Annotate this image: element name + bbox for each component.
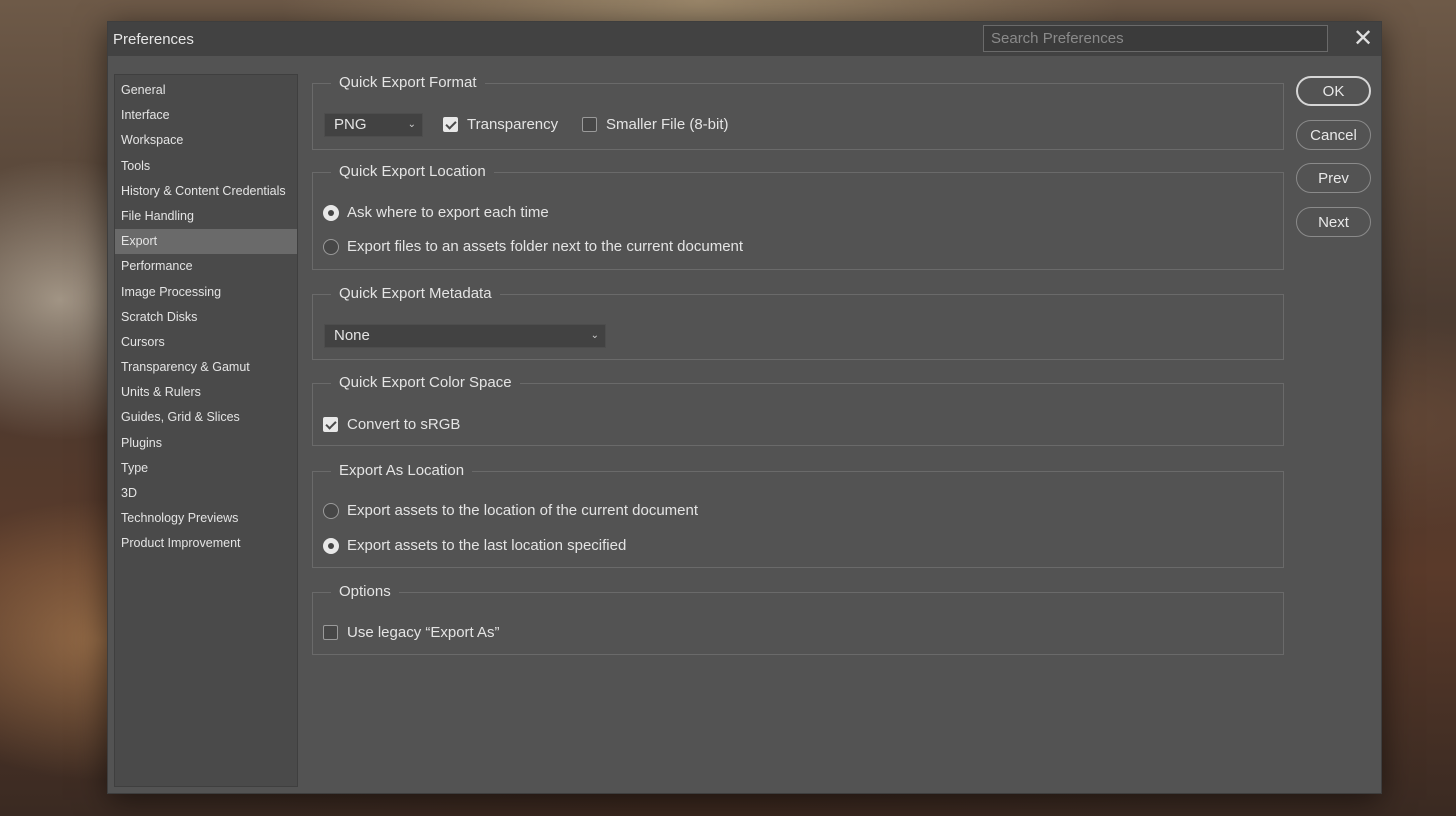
- metadata-select[interactable]: None ⌄: [324, 324, 606, 348]
- sidebar-item-interface[interactable]: Interface: [115, 103, 297, 128]
- ok-button[interactable]: OK: [1296, 76, 1371, 106]
- transparency-checkbox[interactable]: [443, 117, 458, 132]
- sidebar-item-guides-grid-slices[interactable]: Guides, Grid & Slices: [115, 405, 297, 430]
- sidebar-item-workspace[interactable]: Workspace: [115, 128, 297, 153]
- sidebar-item-technology-previews[interactable]: Technology Previews: [115, 506, 297, 531]
- quick-export-format-legend: Quick Export Format: [331, 73, 485, 93]
- close-icon[interactable]: ✕: [1351, 27, 1375, 51]
- format-select-value: PNG: [334, 116, 367, 133]
- sidebar-item-tools[interactable]: Tools: [115, 154, 297, 179]
- assets-folder-option[interactable]: Export files to an assets folder next to…: [323, 238, 743, 255]
- quick-export-metadata-legend: Quick Export Metadata: [331, 284, 500, 304]
- sidebar-item-performance[interactable]: Performance: [115, 254, 297, 279]
- sidebar-item-product-improvement[interactable]: Product Improvement: [115, 531, 297, 556]
- legacy-export-label: Use legacy “Export As”: [347, 624, 500, 641]
- quick-export-format-group: Quick Export Format PNG ⌄ Transparency S…: [312, 73, 1284, 150]
- last-location-option[interactable]: Export assets to the last location speci…: [323, 537, 626, 554]
- transparency-label: Transparency: [467, 116, 559, 133]
- cancel-button[interactable]: Cancel: [1296, 120, 1371, 150]
- smaller-file-option[interactable]: Smaller File (8-bit): [582, 116, 729, 133]
- options-legend: Options: [331, 582, 399, 602]
- sidebar-item-type[interactable]: Type: [115, 456, 297, 481]
- current-doc-location-option[interactable]: Export assets to the location of the cur…: [323, 502, 698, 519]
- sidebar-item-scratch-disks[interactable]: Scratch Disks: [115, 305, 297, 330]
- quick-export-metadata-group: Quick Export Metadata None ⌄: [312, 284, 1284, 360]
- sidebar-item-file-handling[interactable]: File Handling: [115, 204, 297, 229]
- sidebar-item-history-content-credentials[interactable]: History & Content Credentials: [115, 179, 297, 204]
- quick-export-color-space-group: Quick Export Color Space Convert to sRGB: [312, 373, 1284, 446]
- quick-export-location-group: Quick Export Location Ask where to expor…: [312, 162, 1284, 270]
- sidebar-item-units-rulers[interactable]: Units & Rulers: [115, 380, 297, 405]
- chevron-down-icon: ⌄: [407, 119, 416, 130]
- quick-export-color-space-legend: Quick Export Color Space: [331, 373, 520, 393]
- export-as-location-legend: Export As Location: [331, 461, 473, 481]
- metadata-select-value: None: [334, 327, 370, 344]
- assets-folder-radio[interactable]: [323, 238, 339, 255]
- prev-button[interactable]: Prev: [1296, 163, 1371, 193]
- sidebar-item-plugins[interactable]: Plugins: [115, 431, 297, 456]
- preferences-dialog: Preferences ✕ General Interface Workspac…: [107, 21, 1382, 794]
- preferences-sidebar: General Interface Workspace Tools Histor…: [114, 74, 298, 787]
- last-location-radio[interactable]: [323, 537, 339, 554]
- format-select[interactable]: PNG ⌄: [324, 113, 423, 137]
- sidebar-item-image-processing[interactable]: Image Processing: [115, 280, 297, 305]
- dialog-title: Preferences: [113, 31, 194, 48]
- transparency-option[interactable]: Transparency: [443, 116, 558, 133]
- quick-export-location-legend: Quick Export Location: [331, 162, 494, 182]
- last-location-label: Export assets to the last location speci…: [347, 537, 627, 554]
- sidebar-item-cursors[interactable]: Cursors: [115, 330, 297, 355]
- title-bar: Preferences ✕: [108, 22, 1381, 56]
- convert-srgb-checkbox[interactable]: [323, 417, 338, 432]
- convert-srgb-option[interactable]: Convert to sRGB: [323, 416, 460, 433]
- sidebar-item-general[interactable]: General: [115, 78, 297, 103]
- convert-srgb-label: Convert to sRGB: [347, 416, 461, 433]
- sidebar-item-3d[interactable]: 3D: [115, 481, 297, 506]
- chevron-down-icon: ⌄: [590, 330, 599, 341]
- smaller-file-label: Smaller File (8-bit): [606, 116, 729, 133]
- next-button[interactable]: Next: [1296, 207, 1371, 237]
- legacy-export-checkbox[interactable]: [323, 625, 338, 640]
- current-doc-location-radio[interactable]: [323, 502, 339, 519]
- assets-folder-label: Export files to an assets folder next to…: [347, 238, 744, 255]
- current-doc-location-label: Export assets to the location of the cur…: [347, 502, 699, 519]
- sidebar-item-transparency-gamut[interactable]: Transparency & Gamut: [115, 355, 297, 380]
- search-preferences-input[interactable]: [983, 25, 1328, 52]
- options-group: Options Use legacy “Export As”: [312, 582, 1284, 655]
- legacy-export-option[interactable]: Use legacy “Export As”: [323, 624, 500, 641]
- export-as-location-group: Export As Location Export assets to the …: [312, 461, 1284, 568]
- ask-each-time-label: Ask where to export each time: [347, 204, 549, 221]
- ask-each-time-option[interactable]: Ask where to export each time: [323, 204, 549, 221]
- sidebar-item-export[interactable]: Export: [115, 229, 297, 255]
- smaller-file-checkbox[interactable]: [582, 117, 597, 132]
- ask-each-time-radio[interactable]: [323, 204, 339, 221]
